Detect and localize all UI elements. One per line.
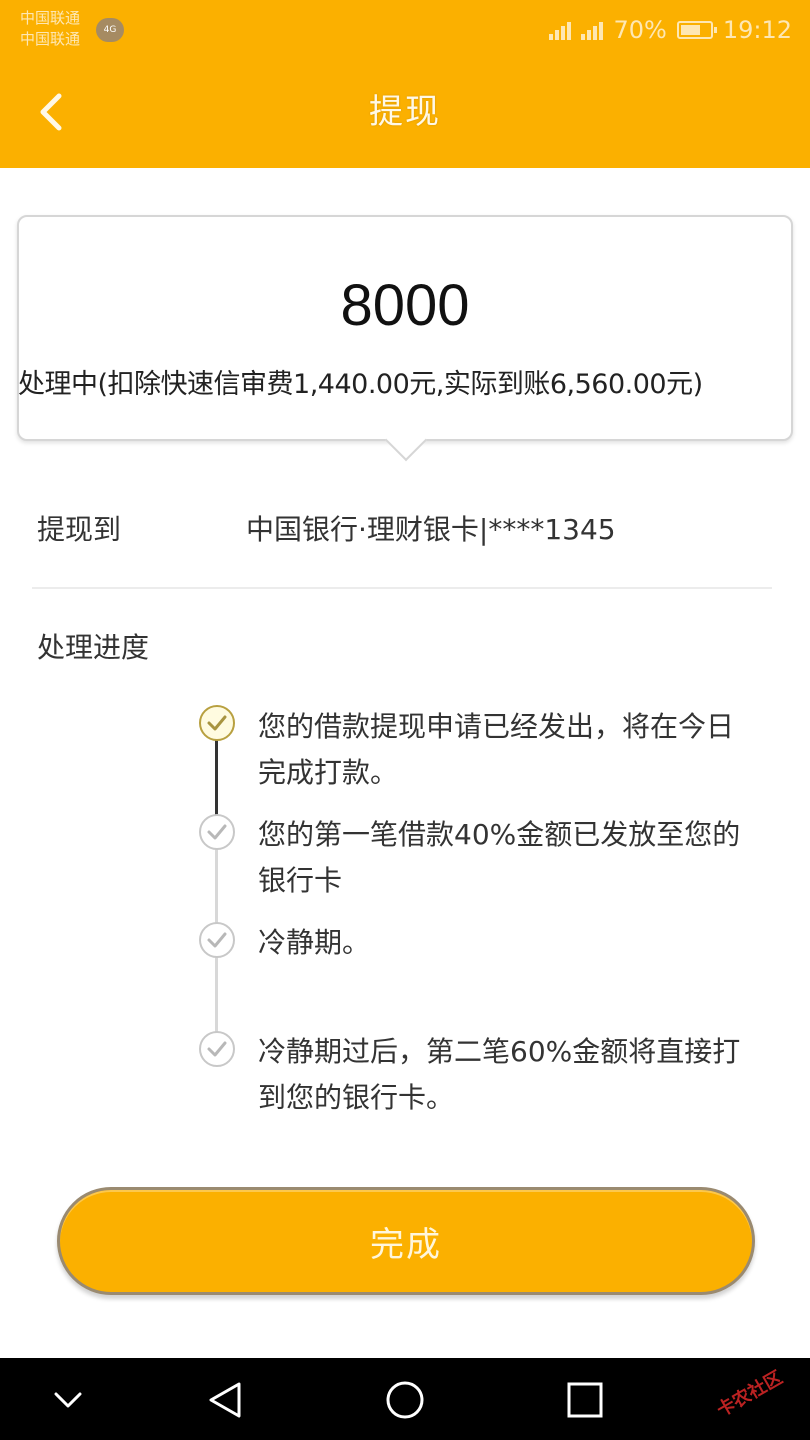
divider bbox=[32, 587, 772, 589]
app-header: 中国联通 中国联通 4G 70% 19:12 提现 bbox=[0, 0, 810, 168]
carrier-1: 中国联通 bbox=[20, 9, 81, 27]
chevron-down-icon bbox=[54, 1392, 82, 1408]
amount-status: 处理中(扣除快速信审费1,440.00元,实际到账6,560.00元) bbox=[18, 369, 703, 400]
done-button-label: 完成 bbox=[370, 1224, 442, 1265]
home-circle-icon bbox=[386, 1381, 424, 1419]
recents-square-icon bbox=[567, 1382, 603, 1418]
clock: 19:12 bbox=[722, 16, 792, 44]
progress-label: 处理进度 bbox=[37, 631, 150, 664]
check-circle-icon bbox=[199, 922, 235, 958]
signal-icon-2 bbox=[581, 20, 604, 40]
nav-recents-button[interactable] bbox=[563, 1378, 607, 1422]
network-badge: 4G bbox=[96, 18, 124, 42]
check-circle-icon bbox=[199, 814, 235, 850]
status-bar: 中国联通 中国联通 4G 70% 19:12 bbox=[0, 0, 810, 62]
progress-step-4: 冷静期过后，第二笔60%金额将直接打到您的银行卡。 bbox=[258, 1035, 741, 1114]
page-title: 提现 bbox=[369, 92, 441, 132]
nav-hide-button[interactable] bbox=[46, 1378, 90, 1422]
battery-percent: 70% bbox=[613, 16, 667, 44]
nav-home-button[interactable] bbox=[383, 1378, 427, 1422]
status-indicators: 70% 19:12 bbox=[549, 14, 792, 46]
done-button[interactable]: 完成 bbox=[57, 1187, 755, 1295]
battery-icon bbox=[676, 21, 717, 39]
progress-step-1: 您的借款提现申请已经发出，将在今日完成打款。 bbox=[258, 710, 735, 789]
card-pointer bbox=[384, 418, 428, 462]
withdraw-to-account: 中国银行·理财银卡|****1345 bbox=[246, 513, 616, 546]
signal-icon bbox=[549, 20, 572, 40]
nav-back-button[interactable] bbox=[203, 1378, 247, 1422]
progress-step-2: 您的第一笔借款40%金额已发放至您的银行卡 bbox=[258, 818, 741, 897]
carrier-labels: 中国联通 中国联通 bbox=[20, 8, 80, 50]
carrier-2: 中国联通 bbox=[20, 30, 81, 48]
amount-value: 8000 bbox=[340, 273, 470, 338]
withdraw-to-label: 提现到 bbox=[37, 513, 122, 546]
progress-step-3: 冷静期。 bbox=[258, 926, 371, 959]
back-triangle-icon bbox=[209, 1382, 241, 1418]
check-circle-icon bbox=[199, 705, 235, 741]
check-circle-icon bbox=[199, 1031, 235, 1067]
